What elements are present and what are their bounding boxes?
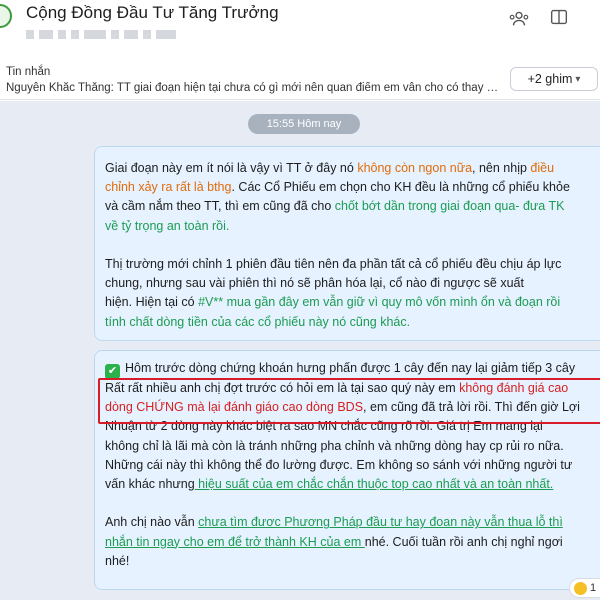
emoji-reaction-icon bbox=[574, 581, 587, 595]
blurred-subtitle bbox=[26, 30, 176, 39]
more-pins-button[interactable]: +2 ghim ▾ bbox=[510, 67, 598, 91]
group-title: Cộng Đồng Đầu Tư Tăng Trưởng bbox=[26, 3, 279, 22]
chevron-down-icon: ▾ bbox=[575, 73, 581, 85]
pinned-label: Tin nhắn bbox=[6, 66, 51, 78]
more-pins-label: +2 ghim bbox=[527, 72, 573, 86]
timestamp-badge: 15:55 Hôm nay bbox=[248, 114, 360, 134]
group-members-icon[interactable] bbox=[508, 8, 530, 30]
group-avatar[interactable] bbox=[0, 4, 12, 28]
checkmark-icon: ✔ bbox=[105, 364, 120, 379]
annotation-highlight-box bbox=[98, 378, 600, 424]
tabs-icon[interactable] bbox=[548, 6, 570, 28]
reaction-count: 1 bbox=[590, 582, 597, 594]
reaction-badge[interactable]: 1 bbox=[569, 578, 600, 598]
chat-header: Cộng Đồng Đầu Tư Tăng Trưởng bbox=[0, 0, 600, 54]
message-text: Giai đoạn này em ít nói là vậy vì TT ở đ… bbox=[105, 161, 570, 329]
message-bubble[interactable]: Giai đoạn này em ít nói là vậy vì TT ở đ… bbox=[94, 146, 600, 341]
pinned-message[interactable]: Nguyễn Khắc Thắng: TT giai đoạn hiện tại… bbox=[6, 82, 502, 94]
